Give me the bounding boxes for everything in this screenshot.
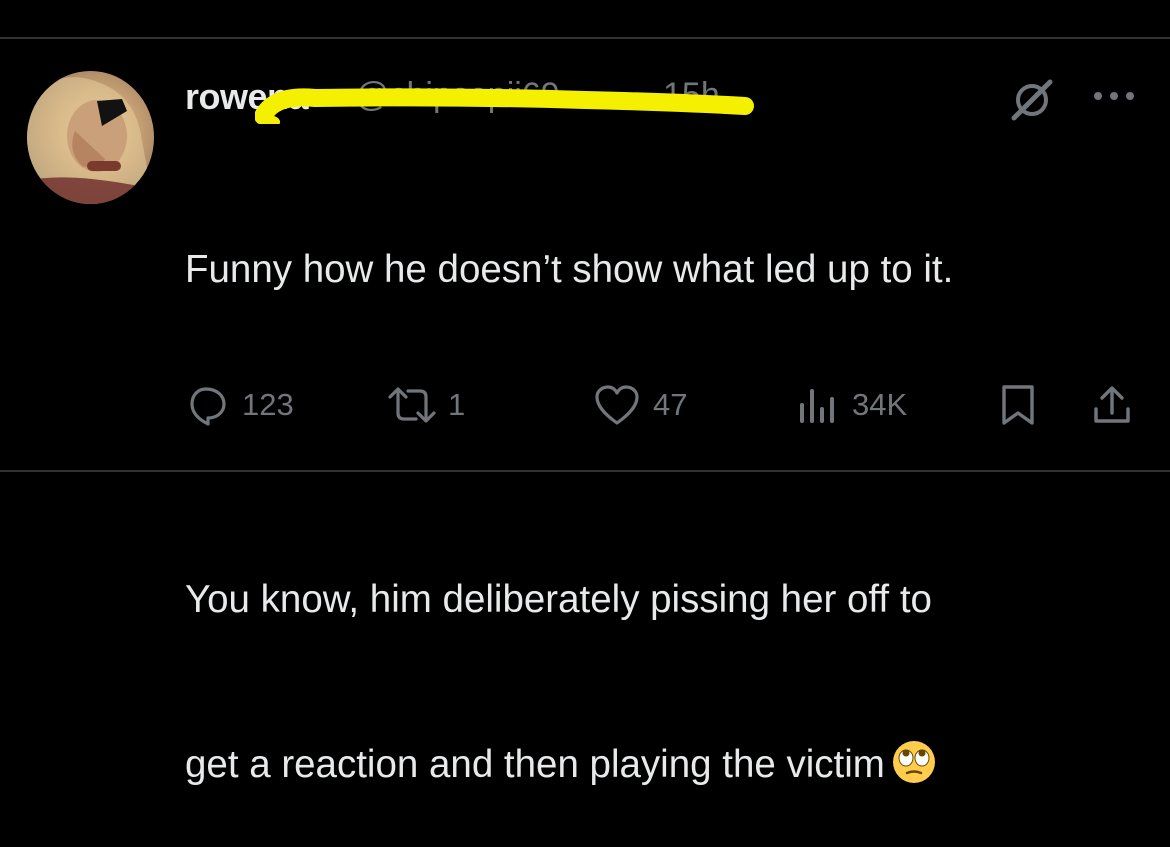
like-button[interactable]: 47	[593, 380, 687, 430]
heart-icon	[595, 385, 639, 425]
tweet-text-line-1: Funny how he doesn’t show what led up to…	[185, 248, 954, 291]
tweet-text-line-3: get a reaction and then playing the vict…	[185, 737, 1135, 792]
share-button[interactable]	[1090, 380, 1134, 430]
grok-icon[interactable]	[1010, 78, 1054, 122]
reply-button[interactable]: 123	[186, 380, 294, 430]
bottom-divider	[0, 470, 1170, 472]
share-icon	[1094, 386, 1130, 423]
repost-button[interactable]: 1	[382, 380, 465, 430]
redaction-marker	[255, 88, 754, 124]
avatar[interactable]	[27, 71, 154, 204]
like-count: 47	[653, 387, 688, 422]
repost-count: 1	[448, 387, 466, 422]
tweet-header: rowena @chipsepii69 15h	[185, 74, 805, 124]
views-button[interactable]: 34K	[796, 380, 907, 430]
rolling-eyes-emoji-icon	[892, 741, 935, 783]
views-chart-icon	[800, 389, 834, 423]
tweet-text: Funny how he doesn’t show what led up to…	[185, 132, 1135, 847]
top-divider	[0, 37, 1170, 39]
avatar-image	[27, 71, 154, 204]
view-count: 34K	[852, 387, 908, 422]
action-bar: 123 1 47 34K	[0, 380, 1170, 430]
reply-count: 123	[242, 387, 294, 422]
more-options-icon[interactable]	[1090, 88, 1138, 104]
reply-icon	[190, 387, 226, 426]
bookmark-button[interactable]	[998, 380, 1038, 430]
repost-icon	[388, 387, 436, 423]
bookmark-icon	[1002, 385, 1034, 425]
tweet-text-line-2: You know, him deliberately pissing her o…	[185, 578, 932, 621]
tweet-text-line-3-text: get a reaction and then playing the vict…	[185, 743, 885, 786]
